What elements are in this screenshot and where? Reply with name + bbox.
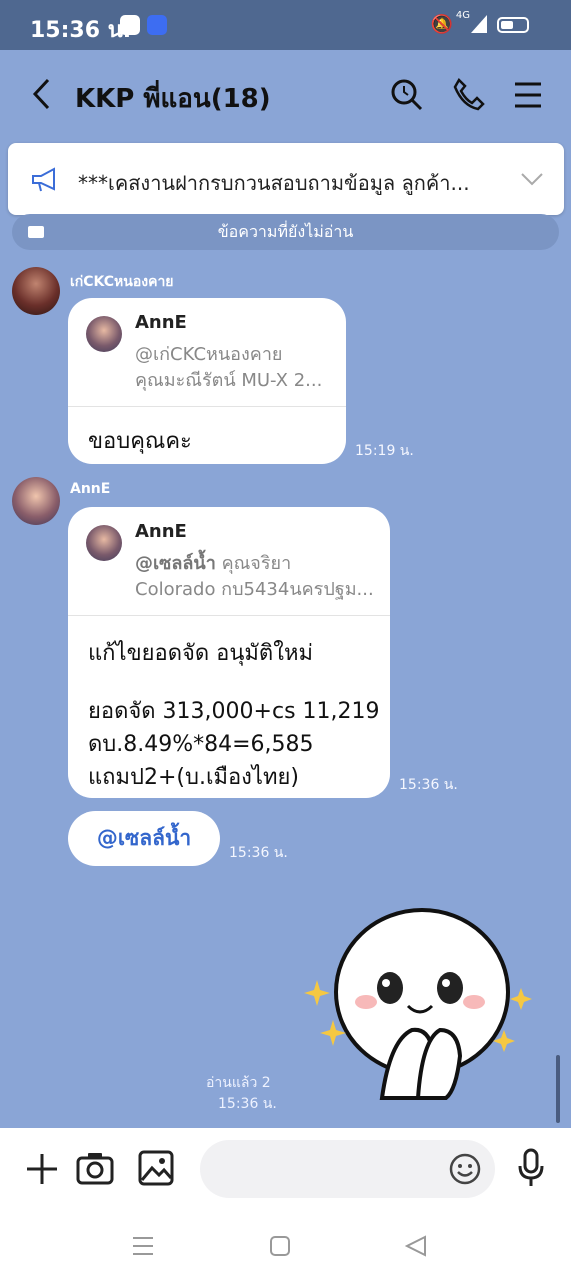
message-text: ดบ.8.49%*84=6,585	[88, 732, 314, 757]
search-icon[interactable]	[390, 76, 424, 112]
announcement-banner[interactable]: ***เคสงานฝากรบกวนสอบถามข้อมูล ลูกค้า...	[8, 143, 564, 215]
read-receipt: อ่านแล้ว 2	[206, 1075, 271, 1091]
avatar[interactable]	[12, 267, 60, 315]
mute-icon: 🔕	[430, 14, 453, 35]
chat-header: KKP พี่แอน(18)	[0, 50, 571, 140]
mention-bubble[interactable]: @เซลล์น้ำ	[68, 811, 220, 866]
broadcast-notification-icon	[147, 15, 167, 35]
message-time: 15:19 น.	[355, 443, 414, 459]
menu-icon[interactable]	[513, 76, 543, 112]
status-time: 15:36 น.	[30, 18, 132, 43]
avatar	[86, 316, 122, 352]
reply-sender: AnnE	[135, 312, 187, 333]
system-nav-bar	[0, 1213, 571, 1280]
avatar	[86, 525, 122, 561]
message-bubble[interactable]: AnnE @เก่CKCหนองคาย คุณมะณีรัตน์ MU-X 2.…	[68, 298, 346, 464]
reply-line: คุณมะณีรัตน์ MU-X 2...	[135, 370, 323, 391]
back-icon[interactable]	[30, 76, 54, 112]
unread-divider: ข้อความที่ยังไม่อ่าน	[12, 214, 559, 250]
network-label: 4G	[455, 10, 470, 21]
reply-line: Colorado กบ5434นครปฐม...	[135, 579, 374, 600]
chevron-down-icon[interactable]	[520, 171, 544, 187]
reply-line: @เก่CKCหนองคาย	[135, 344, 283, 365]
sender-name: เก่CKCหนองคาย	[70, 274, 174, 290]
chat-title: KKP พี่แอน(18)	[75, 84, 271, 114]
tag-icon	[28, 226, 44, 238]
reply-sender: AnnE	[135, 521, 187, 542]
announcement-text: ***เคสงานฝากรบกวนสอบถามข้อมูล ลูกค้า...	[78, 171, 470, 195]
emoji-icon[interactable]	[449, 1153, 481, 1185]
home-icon[interactable]	[269, 1235, 291, 1257]
back-nav-icon[interactable]	[405, 1235, 427, 1257]
line-notification-icon	[120, 15, 140, 35]
microphone-icon[interactable]	[517, 1148, 545, 1188]
message-time: 15:36 น.	[399, 777, 458, 793]
gallery-icon[interactable]	[138, 1150, 174, 1186]
avatar[interactable]	[12, 477, 60, 525]
recent-apps-icon[interactable]	[132, 1235, 154, 1257]
camera-icon[interactable]	[76, 1150, 114, 1186]
reply-preview[interactable]: AnnE @เก่CKCหนองคาย คุณมะณีรัตน์ MU-X 2.…	[68, 298, 346, 407]
sender-name: AnnE	[70, 481, 111, 497]
message-bubble[interactable]: AnnE @เซลล์น้ำ คุณจริยา Colorado กบ5434น…	[68, 507, 390, 798]
phone-icon[interactable]	[451, 76, 485, 112]
sticker[interactable]	[300, 880, 540, 1105]
message-input-bar	[0, 1128, 571, 1213]
scrollbar[interactable]	[556, 1055, 560, 1123]
message-text: ขอบคุณคะ	[88, 429, 192, 454]
message-text: ยอดจัด 313,000+cs 11,219	[88, 699, 380, 724]
megaphone-icon	[32, 167, 55, 192]
signal-icon	[471, 15, 487, 33]
read-receipt-time: 15:36 น.	[218, 1096, 277, 1112]
status-bar: 15:36 น. 🔕 4G	[0, 0, 571, 50]
unread-label: ข้อความที่ยังไม่อ่าน	[217, 222, 354, 241]
reply-preview[interactable]: AnnE @เซลล์น้ำ คุณจริยา Colorado กบ5434น…	[68, 507, 390, 616]
message-input[interactable]	[200, 1140, 495, 1198]
message-time: 15:36 น.	[229, 845, 288, 861]
plus-icon[interactable]	[24, 1151, 60, 1187]
message-text: แถมป2+(บ.เมืองไทย)	[88, 765, 299, 790]
reply-rest: คุณจริยา	[215, 553, 292, 574]
reply-mention: @เซลล์น้ำ	[135, 553, 216, 574]
message-text: แก้ไขยอดจัด อนุมัติใหม่	[88, 641, 313, 666]
reply-line: @เซลล์น้ำ คุณจริยา	[135, 548, 291, 577]
battery-icon	[497, 17, 529, 33]
